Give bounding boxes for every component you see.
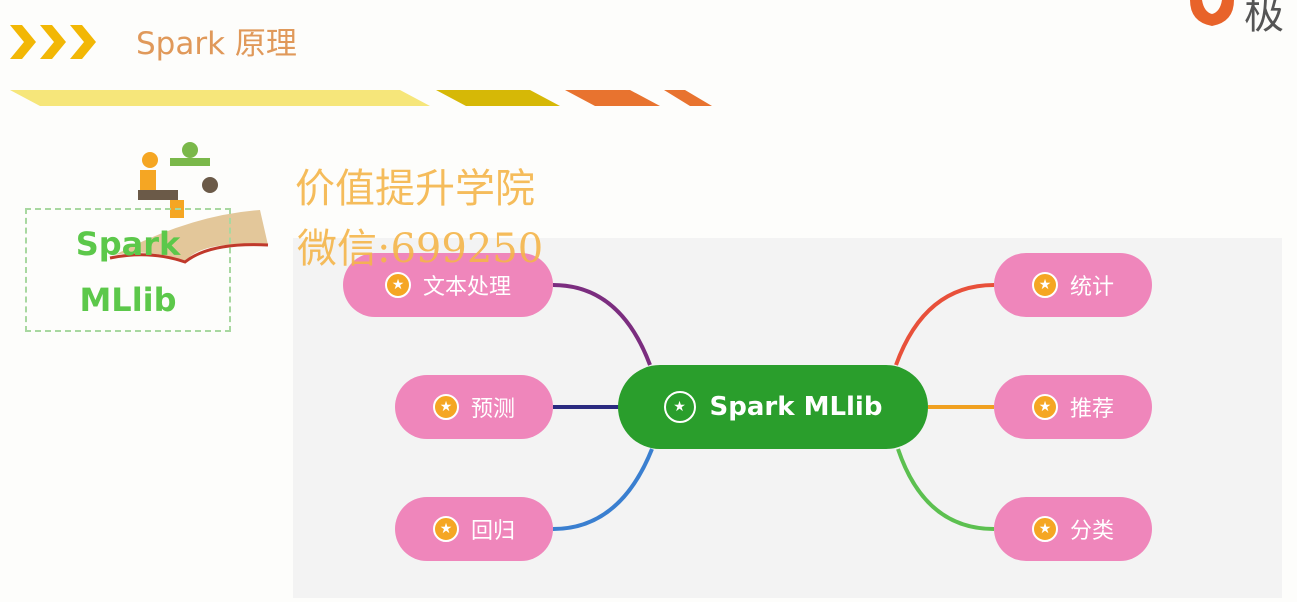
left-link bbox=[552, 283, 652, 366]
star-icon: ★ bbox=[1031, 272, 1058, 298]
star-icon: ★ bbox=[432, 394, 459, 420]
node-label: 分类 bbox=[1069, 519, 1114, 544]
node-label: 推荐 bbox=[1069, 397, 1114, 422]
left-link bbox=[552, 448, 654, 531]
right-node[interactable]: ★ 推荐 bbox=[994, 375, 1152, 439]
node-label: 统计 bbox=[1069, 275, 1114, 300]
right-node[interactable]: ★ 统计 bbox=[994, 253, 1152, 317]
left-node[interactable]: ★ 回归 bbox=[395, 497, 553, 561]
star-icon: ★ bbox=[432, 516, 459, 542]
node-label: 回归 bbox=[470, 519, 515, 544]
watermark-line-1: 价值提升学院 bbox=[295, 166, 535, 212]
star-icon: ★ bbox=[384, 272, 411, 298]
star-icon: ★ bbox=[1031, 516, 1058, 542]
right-link bbox=[896, 448, 995, 531]
right-link bbox=[894, 283, 995, 366]
center-node-label: Spark MLlib bbox=[709, 392, 883, 422]
node-label: 预测 bbox=[470, 397, 515, 422]
right-node[interactable]: ★ 分类 bbox=[994, 497, 1152, 561]
watermark-line-2: 微信:699250 bbox=[297, 226, 544, 272]
star-icon: ★ bbox=[1031, 394, 1058, 420]
left-node[interactable]: ★ 预测 bbox=[395, 375, 553, 439]
star-icon: ★ bbox=[663, 391, 696, 423]
center-node[interactable]: ★ Spark MLlib bbox=[618, 365, 928, 449]
